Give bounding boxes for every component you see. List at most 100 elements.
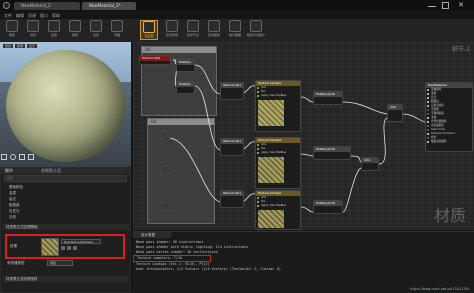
texture-preview bbox=[258, 157, 284, 183]
texcoord-node-3[interactable]: TexCoord[1] bbox=[220, 190, 244, 208]
apply-icon bbox=[48, 20, 60, 32]
wire bbox=[342, 167, 362, 213]
plane-icon[interactable] bbox=[19, 154, 25, 160]
details-search-input[interactable]: 搜索 bbox=[4, 175, 127, 182]
wire bbox=[342, 101, 388, 115]
clean-button[interactable]: 清理 bbox=[108, 20, 126, 40]
prop-normal[interactable]: 法线 bbox=[5, 214, 23, 220]
texture-param-highlight: 纹理 NewTexture2D9a0e bbox=[5, 234, 125, 259]
clean-icon bbox=[111, 20, 123, 32]
search-button[interactable]: 搜索 bbox=[66, 20, 84, 40]
cube-icon[interactable] bbox=[28, 154, 34, 160]
multiply-node-1[interactable]: Multiply bbox=[176, 59, 195, 72]
minimize-icon[interactable] bbox=[428, 2, 436, 9]
live-nodes-icon bbox=[187, 20, 199, 32]
details-props: 基础颜色 金属 高光 粗糙度 自发光 法线 bbox=[5, 184, 23, 220]
add-node-2[interactable]: Add bbox=[387, 104, 403, 122]
close-icon[interactable]: ✕ bbox=[456, 1, 466, 10]
wire bbox=[194, 64, 221, 95]
material-result-node[interactable]: NewMaterial 基础颜色 金属 高光 粗糙度 自发光颜色 不透明 不透明… bbox=[425, 82, 473, 152]
texture-thumbnail[interactable] bbox=[41, 238, 59, 256]
texcoord-node-2[interactable]: TexCoord[1] bbox=[220, 138, 244, 156]
wire bbox=[167, 137, 221, 203]
texcoord-node[interactable]: TexCoord[0] bbox=[139, 55, 171, 65]
preview-shape-buttons bbox=[1, 154, 34, 160]
details-panel: 细节 参数默认值 搜索 基础颜色 金属 高光 粗糙度 自发光 法线 材质表达式纹… bbox=[0, 167, 131, 293]
apply-button[interactable]: 应用 bbox=[45, 20, 63, 40]
texture-param-label: 纹理 bbox=[10, 244, 17, 248]
multiply-node-2[interactable]: Multiply bbox=[176, 81, 195, 94]
tab-details[interactable]: 细节 bbox=[1, 168, 17, 174]
stats-line: User interpolators: 2/4 Scalars (1/4 Vec… bbox=[136, 267, 281, 271]
texture-sample-node-3[interactable]: Texture Sample UVs Tex Apply View MipBia… bbox=[255, 190, 301, 230]
live-preview-icon bbox=[166, 20, 178, 32]
mipbias-pin[interactable]: Apply View MipBias bbox=[256, 151, 300, 155]
home-icon bbox=[90, 20, 102, 32]
multiply-node-3[interactable]: Multiply(0.8) bbox=[313, 91, 343, 105]
texture-sample-node-2[interactable]: Texture Sample UVs Tex Apply View MipBia… bbox=[255, 137, 301, 189]
cylinder-icon[interactable] bbox=[1, 154, 7, 160]
sampler-type-dropdown[interactable]: 颜色 bbox=[47, 260, 73, 266]
show-button[interactable]: 显示 bbox=[27, 44, 38, 48]
texture-preview bbox=[258, 210, 284, 228]
sphere-icon[interactable] bbox=[10, 154, 16, 160]
browse-icon[interactable] bbox=[67, 246, 71, 250]
browse-button[interactable]: 浏览 bbox=[24, 20, 42, 40]
wire bbox=[300, 153, 314, 157]
use-selected-icon[interactable] bbox=[61, 246, 65, 250]
wire bbox=[378, 117, 388, 165]
viewport-toolbar: 透视 照明 显示 bbox=[3, 44, 38, 48]
multiply-node-4[interactable]: Multiply(0.8) bbox=[313, 146, 351, 160]
unreal-logo-icon bbox=[3, 2, 10, 9]
mobile-icon bbox=[250, 20, 262, 32]
mipbias-pin[interactable]: Apply View MipBias bbox=[256, 94, 300, 98]
save-icon bbox=[6, 20, 18, 32]
reset-icon[interactable] bbox=[73, 246, 77, 250]
live-update-button[interactable]: 实时更新 bbox=[205, 20, 223, 40]
tab-material-2[interactable]: NewMaterial_2 bbox=[14, 2, 80, 10]
multiply-node-5[interactable]: Multiply(0.8) bbox=[313, 200, 343, 214]
folder-icon bbox=[27, 20, 39, 32]
constant-node-3[interactable] bbox=[160, 202, 170, 211]
wire bbox=[350, 155, 362, 163]
output-pixel-depth[interactable]: 像素深度偏移 bbox=[426, 140, 472, 144]
graph-watermark: 材质 bbox=[433, 206, 466, 225]
tab-material-3[interactable]: NewMaterial_3* bbox=[82, 2, 136, 10]
details-tabs: 细节 参数默认值 bbox=[1, 168, 130, 174]
live-preview-button[interactable]: 实时预览 bbox=[163, 20, 181, 40]
wire bbox=[300, 206, 314, 213]
constant-node-2[interactable] bbox=[160, 166, 170, 175]
texcoord-node-1[interactable]: TexCoord[1] bbox=[220, 82, 244, 100]
stats-line: Base pass vertex shader: 40 instructions bbox=[136, 250, 218, 254]
stats-icon bbox=[229, 20, 241, 32]
lighting-button[interactable]: 照明 bbox=[15, 44, 26, 48]
preview-viewport[interactable]: 透视 照明 显示 bbox=[0, 42, 131, 167]
save-button[interactable]: 保存 bbox=[3, 20, 21, 40]
home-button[interactable]: 主页 bbox=[87, 20, 105, 40]
constant-node-1[interactable] bbox=[160, 132, 170, 141]
stats-button[interactable]: 统计数据 bbox=[226, 20, 244, 40]
section-texture-sample[interactable]: 材质表达式纹理采样 bbox=[3, 276, 129, 282]
texture-asset-dropdown[interactable]: NewTexture2D9a0e bbox=[61, 239, 101, 244]
material-sphere bbox=[6, 50, 126, 162]
texture-sample-node-1[interactable]: Texture Sample UVs Tex Apply View MipBia… bbox=[255, 80, 301, 132]
sampler-type-label: 采样器类型 bbox=[7, 261, 25, 265]
connectors-button[interactable]: 连接器 bbox=[140, 20, 158, 40]
wire bbox=[402, 113, 426, 123]
wire bbox=[300, 96, 314, 103]
material-graph[interactable]: 细节-2 UV UV TexCoord[0] Multiply Multiply… bbox=[133, 42, 474, 230]
wire bbox=[194, 85, 221, 151]
maximize-icon[interactable] bbox=[442, 2, 449, 9]
section-texture-base[interactable]: 材质表达式纹理基础 bbox=[3, 224, 129, 230]
tab-label: NewMaterial_2 bbox=[21, 3, 51, 8]
add-node-1[interactable]: Add bbox=[361, 157, 379, 171]
texture-asset-actions bbox=[61, 246, 77, 250]
live-nodes-button[interactable]: 实时节点 bbox=[184, 20, 202, 40]
tab-parameter-defaults[interactable]: 参数默认值 bbox=[37, 168, 65, 174]
texture-preview bbox=[258, 100, 284, 126]
mipbias-pin[interactable]: Apply View MipBias bbox=[256, 204, 300, 208]
mobile-stats-button[interactable]: 移动平台统计 bbox=[247, 20, 265, 40]
search-icon bbox=[69, 20, 81, 32]
perspective-button[interactable]: 透视 bbox=[3, 44, 14, 48]
live-update-icon bbox=[208, 20, 220, 32]
